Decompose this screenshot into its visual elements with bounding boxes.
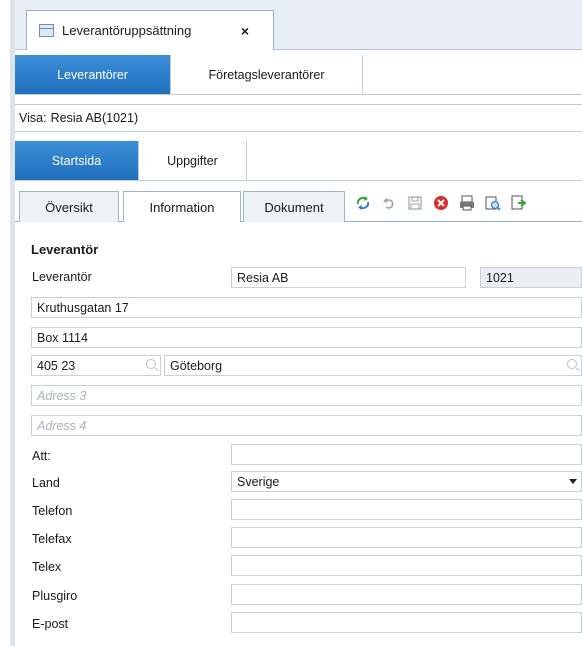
epost-label: E-post [32, 617, 69, 631]
toolbar [355, 195, 527, 211]
save-icon[interactable] [407, 195, 423, 211]
land-label: Land [32, 476, 60, 490]
section-title: Leverantör [31, 242, 99, 257]
visa-row: Visa: Resia AB(1021) [15, 104, 582, 132]
att-label: Att: [32, 449, 51, 463]
tab-foretagsleverantorer[interactable]: Företagsleverantörer [171, 55, 363, 94]
tab-dokument[interactable]: Dokument [243, 191, 345, 222]
chevron-down-icon[interactable] [569, 479, 577, 484]
visa-value[interactable]: Resia AB(1021) [51, 111, 139, 125]
country-select[interactable]: Sverige [231, 471, 582, 492]
supplier-number-value: 1021 [486, 270, 514, 285]
detail-tabs: Översikt Information Dokument [15, 187, 582, 223]
city-value: Göteborg [170, 358, 223, 373]
print-icon[interactable] [459, 195, 475, 211]
country-value: Sverige [237, 474, 280, 489]
address3-field[interactable]: Adress 3 [31, 385, 582, 406]
postal-code-value: 405 23 [37, 358, 76, 373]
address4-placeholder: Adress 4 [37, 418, 87, 433]
preview-icon[interactable] [485, 195, 501, 211]
supplier-number-field: 1021 [480, 267, 582, 288]
tab-uppgifter[interactable]: Uppgifter [139, 141, 247, 180]
city-field[interactable]: Göteborg [164, 355, 582, 376]
close-icon[interactable]: × [241, 23, 249, 39]
delete-icon[interactable] [433, 195, 449, 211]
supplier-name-field[interactable]: Resia AB [231, 267, 466, 288]
visa-label: Visa: [19, 111, 47, 125]
refresh-icon[interactable] [355, 195, 371, 211]
sub-tab-row: Startsida Uppgifter [15, 141, 582, 181]
address1-field[interactable]: Kruthusgatan 17 [31, 297, 582, 318]
address2-field[interactable]: Box 1114 [31, 327, 582, 348]
document-tab[interactable]: Leverantöruppsättning × [26, 10, 274, 50]
telefon-label: Telefon [32, 504, 73, 518]
phone-field[interactable] [231, 499, 582, 520]
undo-icon[interactable] [381, 195, 397, 211]
tab-leverantorer[interactable]: Leverantörer [15, 55, 171, 94]
tab-information[interactable]: Information [123, 191, 241, 223]
telex-label: Telex [32, 560, 62, 574]
supplier-form: Leverantör Leverantör Resia AB 1021 Krut… [15, 222, 582, 646]
plusgiro-label: Plusgiro [32, 589, 78, 603]
address4-field[interactable]: Adress 4 [31, 415, 582, 436]
search-icon[interactable] [567, 359, 577, 369]
search-icon[interactable] [146, 359, 156, 369]
tab-startsida[interactable]: Startsida [15, 141, 139, 180]
fax-field[interactable] [231, 527, 582, 548]
address3-placeholder: Adress 3 [37, 388, 87, 403]
address1-value: Kruthusgatan 17 [37, 300, 129, 315]
main-tab-row: Leverantörer Företagsleverantörer [15, 55, 582, 95]
plusgiro-field[interactable] [231, 584, 582, 605]
tab-oversikt[interactable]: Översikt [19, 191, 119, 222]
telex-field[interactable] [231, 555, 582, 576]
window-icon [39, 24, 54, 37]
telefax-label: Telefax [32, 532, 72, 546]
leverantor-label: Leverantör [32, 270, 92, 284]
att-field[interactable] [231, 444, 582, 465]
email-field[interactable] [231, 612, 582, 633]
export-icon[interactable] [511, 195, 527, 211]
address2-value: Box 1114 [37, 330, 88, 345]
supplier-name-value: Resia AB [237, 270, 289, 285]
document-tab-title: Leverantöruppsättning [62, 23, 192, 38]
postal-code-field[interactable]: 405 23 [31, 355, 161, 376]
